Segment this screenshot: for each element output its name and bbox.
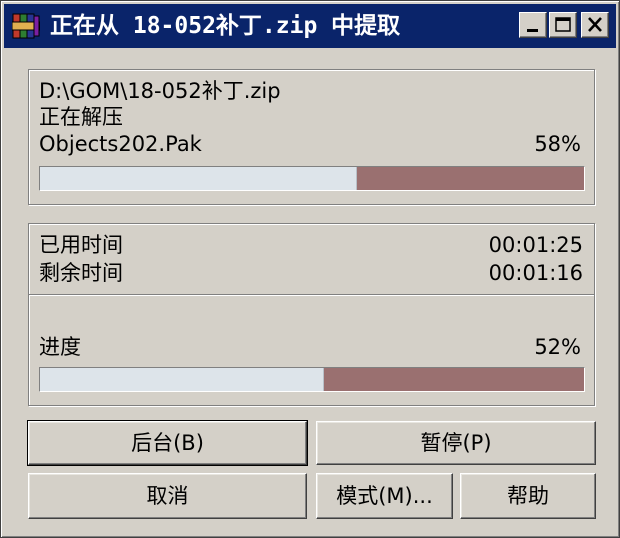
- archive-path: D:\GOM\18-052补丁.zip: [39, 79, 281, 103]
- elapsed-time-label: 已用时间: [39, 233, 123, 257]
- minimize-icon: [527, 29, 538, 32]
- winrar-books-icon[interactable]: [11, 12, 41, 40]
- title-bar[interactable]: 正在从 18-052补丁.zip 中提取: [4, 4, 616, 48]
- file-percent: 58%: [534, 132, 581, 156]
- total-progress-bar: [39, 367, 585, 392]
- mode-button[interactable]: 模式(M)...: [316, 473, 453, 519]
- current-file-name: Objects202.Pak: [39, 132, 202, 156]
- file-progress-bar: [39, 166, 585, 191]
- maximize-button[interactable]: [549, 12, 577, 38]
- group-divider: [29, 294, 594, 296]
- remaining-time-label: 剩余时间: [39, 261, 123, 285]
- close-button[interactable]: [581, 12, 609, 38]
- total-progress-fill: [40, 368, 324, 391]
- remaining-time-value: 00:01:16: [488, 261, 583, 285]
- minimize-button[interactable]: [519, 12, 547, 38]
- total-percent: 52%: [534, 335, 581, 359]
- extraction-dialog: 正在从 18-052补丁.zip 中提取 D:\GOM\18-052补丁.zip…: [0, 0, 620, 538]
- cancel-button[interactable]: 取消: [28, 473, 307, 519]
- background-button[interactable]: 后台(B): [27, 420, 308, 466]
- maximize-icon: [555, 17, 571, 32]
- help-button[interactable]: 帮助: [460, 473, 596, 519]
- window-title: 正在从 18-052补丁.zip 中提取: [50, 13, 401, 39]
- pause-button[interactable]: 暂停(P): [316, 421, 596, 465]
- close-icon: [588, 17, 602, 32]
- status-text: 正在解压: [39, 105, 123, 129]
- file-progress-fill: [40, 167, 357, 190]
- progress-label: 进度: [39, 335, 81, 359]
- elapsed-time-value: 00:01:25: [488, 233, 583, 257]
